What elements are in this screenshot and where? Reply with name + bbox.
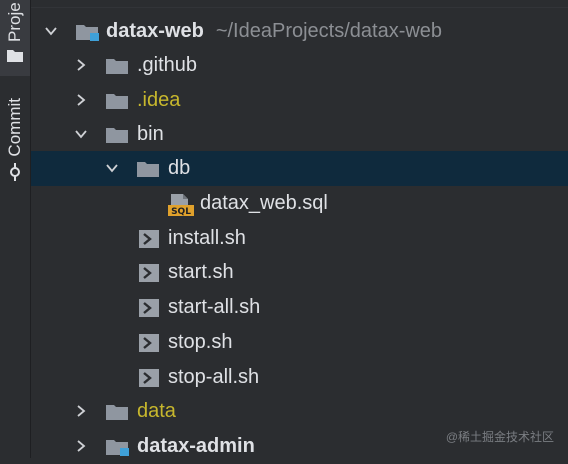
- folder-icon: [106, 59, 128, 74]
- tree-row-bin[interactable]: bin: [31, 117, 568, 152]
- chevron-down-icon[interactable]: [105, 161, 119, 175]
- tree-row-github[interactable]: .github: [31, 48, 568, 83]
- tree-item-label: db: [168, 157, 191, 179]
- excluded-folder-icon: [106, 405, 128, 420]
- tree-row-data[interactable]: data: [31, 394, 568, 429]
- project-tree: datax-web ~/IdeaProjects/datax-web .githu…: [31, 0, 568, 458]
- tree-row-stop-sh[interactable]: stop.sh: [31, 325, 568, 360]
- sql-file-icon: SQL: [168, 194, 194, 216]
- watermark: @稀土掘金技术社区: [445, 430, 554, 444]
- shell-script-icon: [139, 369, 159, 387]
- module-name: datax-web: [106, 20, 204, 42]
- tree-item-label: stop-all.sh: [168, 366, 260, 388]
- tree-item-label: datax_web.sql: [200, 192, 328, 214]
- tree-item-label: datax-admin: [137, 435, 255, 457]
- chevron-right-icon[interactable]: [74, 439, 88, 453]
- chevron-right-icon[interactable]: [74, 404, 88, 418]
- tree-item-label: stop.sh: [168, 331, 233, 353]
- module-path: ~/IdeaProjects/datax-web: [215, 20, 443, 42]
- chevron-down-icon[interactable]: [74, 127, 88, 141]
- tree-row-datax-web-sql[interactable]: SQL datax_web.sql: [31, 186, 568, 221]
- tree-row-idea[interactable]: .idea: [31, 83, 568, 118]
- shell-script-icon: [139, 334, 159, 352]
- excluded-folder-icon: [106, 94, 128, 109]
- commit-icon: [10, 162, 20, 181]
- chevron-right-icon[interactable]: [74, 93, 88, 107]
- tree-item-label: bin: [137, 123, 164, 145]
- tool-window-strip: Proje Commit: [0, 0, 31, 458]
- sql-badge-text: SQL: [171, 207, 191, 216]
- tree-item-label: .idea: [137, 89, 181, 111]
- shell-script-icon: [139, 299, 159, 317]
- commit-tool-tab[interactable]: Commit: [0, 98, 30, 181]
- folder-icon: [7, 50, 23, 62]
- tree-row-start-sh[interactable]: start.sh: [31, 255, 568, 290]
- chevron-down-icon[interactable]: [44, 24, 58, 38]
- chevron-right-icon[interactable]: [74, 58, 88, 72]
- tree-row-start-all-sh[interactable]: start-all.sh: [31, 290, 568, 325]
- folder-icon: [106, 128, 128, 143]
- module-folder-icon: [76, 25, 99, 41]
- tree-row-db[interactable]: db: [31, 151, 568, 186]
- tree-row-install-sh[interactable]: install.sh: [31, 221, 568, 256]
- tree-item-label: .github: [137, 54, 198, 76]
- tree-item-label: start-all.sh: [168, 296, 261, 318]
- tree-item-label: start.sh: [168, 261, 234, 283]
- shell-script-icon: [139, 264, 159, 282]
- project-tool-tab[interactable]: Proje: [0, 0, 30, 76]
- commit-tab-label: Commit: [5, 98, 24, 157]
- tree-row-stop-all-sh[interactable]: stop-all.sh: [31, 360, 568, 395]
- shell-script-icon: [139, 230, 159, 248]
- module-folder-icon: [106, 440, 129, 456]
- tree-row-datax-web[interactable]: datax-web ~/IdeaProjects/datax-web: [31, 14, 568, 49]
- tree-item-label: datax-web ~/IdeaProjects/datax-web: [106, 14, 442, 49]
- toolbar-edge: [31, 0, 568, 8]
- tree-item-label: data: [137, 400, 176, 422]
- folder-icon: [137, 162, 159, 177]
- project-tab-label: Proje: [5, 2, 24, 42]
- tree-item-label: install.sh: [168, 227, 246, 249]
